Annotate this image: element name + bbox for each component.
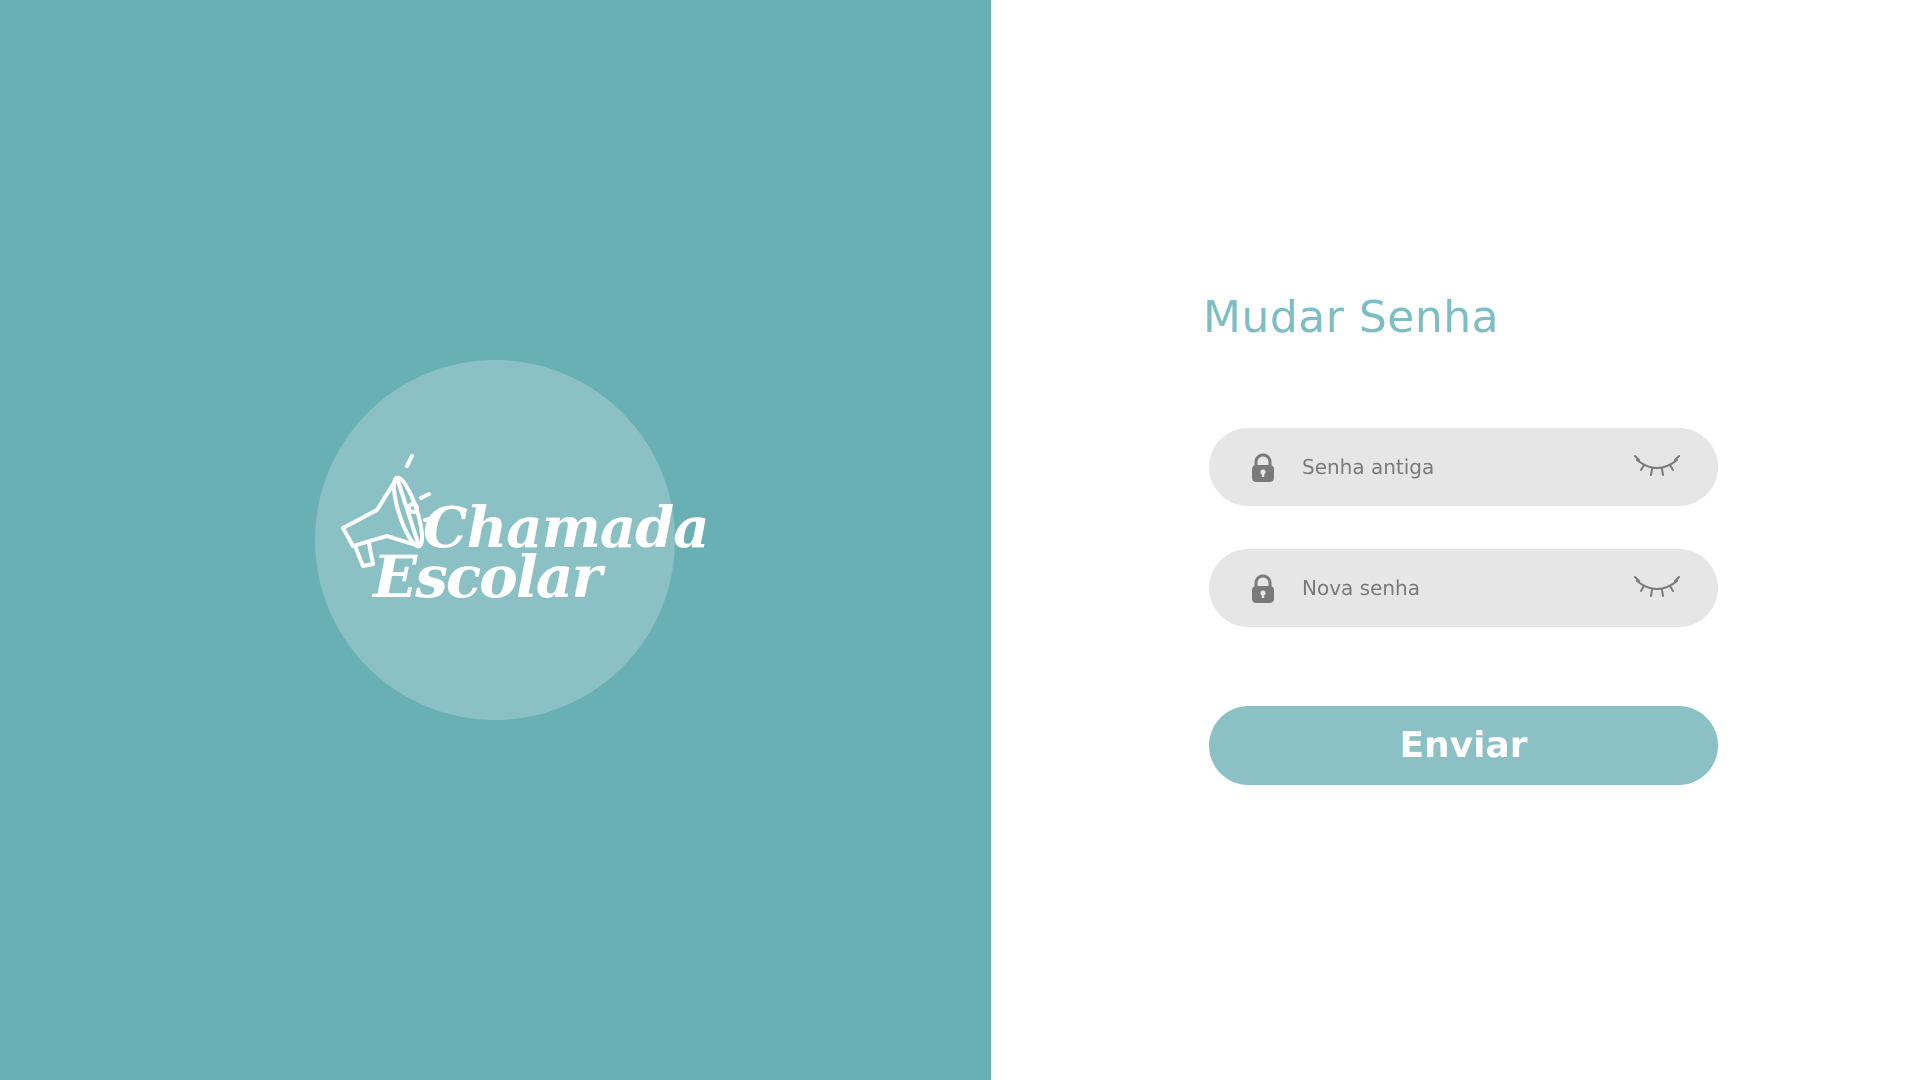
submit-button[interactable]: Enviar xyxy=(1209,706,1718,785)
old-password-field[interactable] xyxy=(1209,428,1718,506)
new-password-field[interactable] xyxy=(1209,549,1718,627)
branding-panel: Chamada Escolar xyxy=(0,0,991,1080)
form-panel: Mudar Senha Enviar xyxy=(991,0,1920,1080)
change-password-page: Chamada Escolar Mudar Senha Enviar xyxy=(0,0,1920,1080)
old-password-input[interactable] xyxy=(1302,428,1622,506)
lock-icon xyxy=(1252,453,1274,482)
new-password-input[interactable] xyxy=(1302,549,1622,627)
eye-closed-icon[interactable] xyxy=(1633,575,1681,601)
logo-text-line2: Escolar xyxy=(373,543,602,611)
page-title: Mudar Senha xyxy=(1203,292,1500,343)
lock-icon xyxy=(1252,574,1274,603)
eye-closed-icon[interactable] xyxy=(1633,454,1681,480)
logo: Chamada Escolar xyxy=(315,360,710,720)
